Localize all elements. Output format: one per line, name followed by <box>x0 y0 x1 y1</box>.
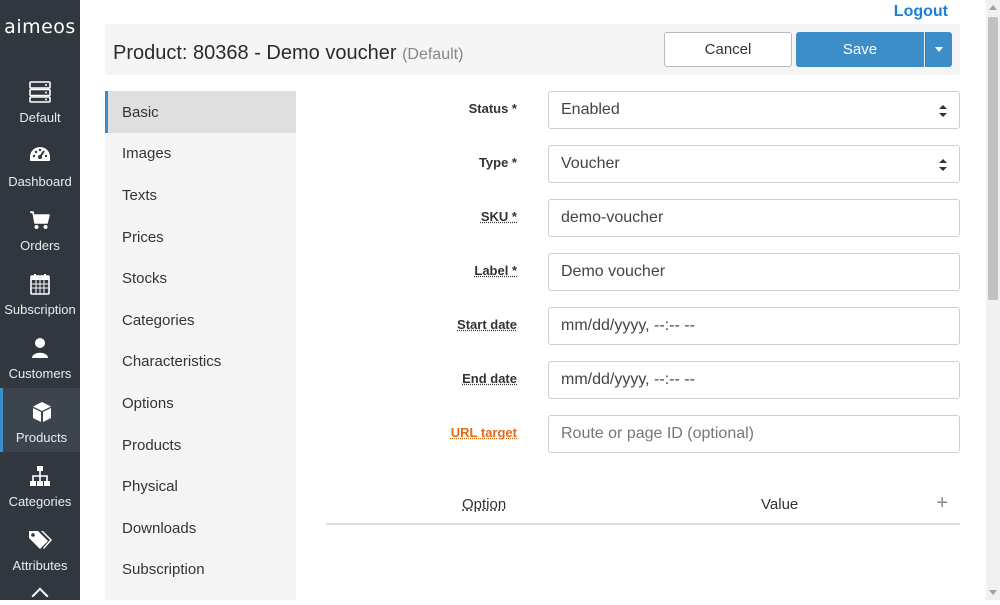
save-options-dropdown[interactable] <box>925 32 952 67</box>
add-option-button[interactable]: + <box>936 492 948 515</box>
cancel-button[interactable]: Cancel <box>664 32 792 67</box>
page-scrollbar[interactable] <box>986 0 1000 600</box>
logout-link[interactable]: Logout <box>894 3 948 21</box>
tab-categories[interactable]: Categories <box>105 299 296 341</box>
more-nav-icon <box>31 587 49 605</box>
main-content: Logout Product: 80368 - Demo voucher (De… <box>80 0 986 600</box>
sitemap-icon <box>28 464 52 488</box>
value-column-header: Value <box>761 496 799 513</box>
select-arrows-icon <box>939 105 947 117</box>
tab-subscription[interactable]: Subscription <box>105 548 296 590</box>
nav-item-orders[interactable]: Orders <box>0 196 80 260</box>
tab-products[interactable]: Products <box>105 424 296 466</box>
sku-value: demo-voucher <box>561 209 664 226</box>
tab-options[interactable]: Options <box>105 382 296 424</box>
nav-label: Orders <box>20 238 60 253</box>
tab-physical[interactable]: Physical <box>105 465 296 507</box>
page-subtitle: (Default) <box>402 46 464 63</box>
scroll-up-arrow-icon[interactable] <box>989 5 997 10</box>
app-sidebar: aimeos Default Dashboard Orders Subscrip… <box>0 0 80 605</box>
cube-icon <box>30 400 54 424</box>
nav-label: Subscription <box>4 302 76 317</box>
type-select[interactable]: Voucher <box>548 145 960 183</box>
start-date-label: Start date <box>457 317 517 332</box>
nav-item-products[interactable]: Products <box>0 388 80 452</box>
end-date-input[interactable]: mm/dd/yyyy, --:-- -- <box>548 361 960 399</box>
start-date-input[interactable]: mm/dd/yyyy, --:-- -- <box>548 307 960 345</box>
tab-characteristics[interactable]: Characteristics <box>105 340 296 382</box>
tab-stocks[interactable]: Stocks <box>105 257 296 299</box>
tab-downloads[interactable]: Downloads <box>105 507 296 549</box>
nav-label: Dashboard <box>8 174 72 189</box>
status-label: Status * <box>468 101 517 116</box>
nav-item-dashboard[interactable]: Dashboard <box>0 132 80 196</box>
tags-icon <box>28 528 52 552</box>
cart-icon <box>28 208 52 232</box>
scrollbar-thumb[interactable] <box>988 17 998 300</box>
server-icon <box>28 80 52 104</box>
tab-prices[interactable]: Prices <box>105 216 296 258</box>
scroll-down-arrow-icon[interactable] <box>989 590 997 595</box>
type-label: Type * <box>478 155 517 170</box>
type-value: Voucher <box>561 155 620 172</box>
label-label: Label * <box>474 263 517 278</box>
caret-down-icon <box>935 47 943 52</box>
sku-input[interactable]: demo-voucher <box>548 199 960 237</box>
end-date-label: End date <box>462 371 517 386</box>
tab-images[interactable]: Images <box>105 132 296 174</box>
label-value: Demo voucher <box>561 263 666 280</box>
nav-item-categories[interactable]: Categories <box>0 452 80 516</box>
tab-texts[interactable]: Texts <box>105 174 296 216</box>
end-date-value: mm/dd/yyyy, --:-- -- <box>561 371 695 388</box>
nav-item-customers[interactable]: Customers <box>0 324 80 388</box>
status-select[interactable]: Enabled <box>548 91 960 129</box>
nav-item-subscription[interactable]: Subscription <box>0 260 80 324</box>
section-tabs: Basic Images Texts Prices Stocks Categor… <box>105 91 296 600</box>
page-title: Product: 80368 - Demo voucher (Default) <box>113 42 463 65</box>
label-input[interactable]: Demo voucher <box>548 253 960 291</box>
nav-label: Products <box>15 430 68 445</box>
item-header: Product: 80368 - Demo voucher (Default) … <box>105 24 960 75</box>
option-column-header: Option <box>462 496 507 513</box>
nav-label: Categories <box>8 494 72 509</box>
logo-text: aimeos <box>4 15 76 38</box>
url-target-placeholder: Route or page ID (optional) <box>561 425 754 442</box>
gauge-icon <box>28 144 52 168</box>
select-arrows-icon <box>939 159 947 171</box>
url-target-input[interactable]: Route or page ID (optional) <box>548 415 960 453</box>
page-title-text: Product: 80368 - Demo voucher <box>113 42 397 64</box>
aimeos-logo[interactable]: aimeos <box>0 0 80 53</box>
nav-label: Default <box>19 110 61 125</box>
save-button[interactable]: Save <box>796 32 924 67</box>
start-date-value: mm/dd/yyyy, --:-- -- <box>561 317 695 334</box>
url-target-label: URL target <box>450 425 517 440</box>
options-table-header: Option Value + <box>326 488 960 525</box>
nav-item-attributes[interactable]: Attributes <box>0 516 80 580</box>
tab-basic[interactable]: Basic <box>105 91 296 133</box>
nav-label: Customers <box>8 366 72 381</box>
calendar-icon <box>28 272 52 296</box>
nav-label: Attributes <box>12 558 68 573</box>
nav-item-default[interactable]: Default <box>0 68 80 132</box>
user-icon <box>28 336 52 360</box>
sku-label: SKU * <box>480 209 517 224</box>
status-value: Enabled <box>561 101 620 118</box>
